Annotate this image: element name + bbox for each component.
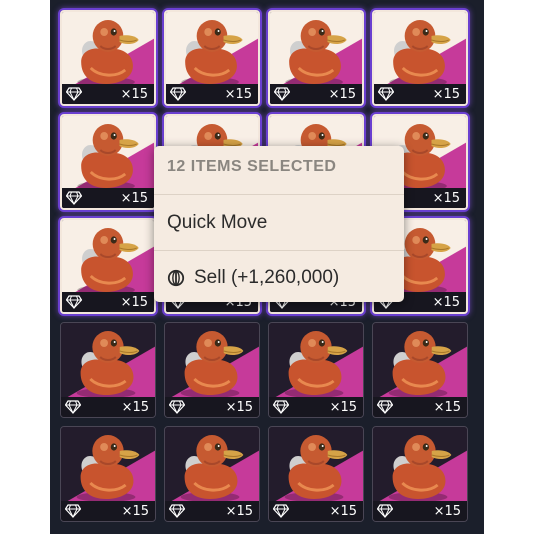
duck-item-image xyxy=(165,323,259,398)
selection-count-header: 12 ITEMS SELECTED xyxy=(167,158,337,175)
stack-count: ×15 xyxy=(225,503,253,519)
stack-count: ×15 xyxy=(329,503,357,519)
slot-footer: ×15 xyxy=(165,501,259,521)
duck-item-image xyxy=(166,12,258,87)
slot-footer: ×15 xyxy=(165,397,259,417)
slot-footer: ×15 xyxy=(62,188,154,208)
duck-item-image xyxy=(269,427,363,502)
diamond-icon xyxy=(66,191,82,205)
slot-footer: ×15 xyxy=(61,501,155,521)
menu-divider xyxy=(154,194,404,195)
duck-item-image xyxy=(373,427,467,502)
slot-footer: ×15 xyxy=(269,397,363,417)
inventory-slot[interactable]: ×15 xyxy=(164,322,260,418)
diamond-icon xyxy=(273,504,289,518)
duck-item-image xyxy=(62,12,154,87)
duck-item-image xyxy=(165,427,259,502)
quick-move-button[interactable]: Quick Move xyxy=(154,198,404,248)
inventory-slot-selected[interactable]: ×15 xyxy=(60,10,156,106)
diamond-icon xyxy=(66,295,82,309)
menu-divider xyxy=(154,250,404,251)
slot-footer: ×15 xyxy=(373,397,467,417)
slot-footer: ×15 xyxy=(166,84,258,104)
inventory-slot[interactable]: ×15 xyxy=(268,426,364,522)
inventory-slot-selected[interactable]: ×15 xyxy=(60,218,156,314)
stack-count: ×15 xyxy=(433,503,461,519)
currency-coin-icon xyxy=(167,269,185,287)
sell-button[interactable]: Sell (+1,260,000) xyxy=(154,253,404,303)
slot-footer: ×15 xyxy=(62,84,154,104)
stack-count: ×15 xyxy=(121,503,149,519)
inventory-slot[interactable]: ×15 xyxy=(372,426,468,522)
stack-count: ×15 xyxy=(432,86,460,102)
duck-item-image xyxy=(374,12,466,87)
diamond-icon xyxy=(273,400,289,414)
duck-item-image xyxy=(61,427,155,502)
diamond-icon xyxy=(274,87,290,101)
slot-footer: ×15 xyxy=(270,84,362,104)
diamond-icon xyxy=(169,400,185,414)
diamond-icon xyxy=(170,87,186,101)
diamond-icon xyxy=(377,400,393,414)
duck-item-image xyxy=(62,220,154,295)
stack-count: ×15 xyxy=(120,190,148,206)
diamond-icon xyxy=(65,400,81,414)
duck-item-image xyxy=(269,323,363,398)
inventory-slot[interactable]: ×15 xyxy=(164,426,260,522)
stack-count: ×15 xyxy=(432,294,460,310)
stack-count: ×15 xyxy=(225,399,253,415)
inventory-slot-selected[interactable]: ×15 xyxy=(60,114,156,210)
inventory-slot[interactable]: ×15 xyxy=(60,426,156,522)
inventory-slot[interactable]: ×15 xyxy=(60,322,156,418)
slot-footer: ×15 xyxy=(62,292,154,312)
slot-footer: ×15 xyxy=(269,501,363,521)
duck-item-image xyxy=(62,116,154,191)
sell-label: Sell (+1,260,000) xyxy=(194,267,340,288)
slot-footer: ×15 xyxy=(374,84,466,104)
inventory-slot[interactable]: ×15 xyxy=(268,322,364,418)
quick-move-label: Quick Move xyxy=(167,212,268,233)
duck-item-image xyxy=(61,323,155,398)
diamond-icon xyxy=(377,504,393,518)
stack-count: ×15 xyxy=(120,294,148,310)
slot-footer: ×15 xyxy=(373,501,467,521)
stack-count: ×15 xyxy=(432,190,460,206)
stack-count: ×15 xyxy=(329,399,357,415)
inventory-slot-selected[interactable]: ×15 xyxy=(268,10,364,106)
stack-count: ×15 xyxy=(224,86,252,102)
stack-count: ×15 xyxy=(121,399,149,415)
diamond-icon xyxy=(65,504,81,518)
diamond-icon xyxy=(169,504,185,518)
stack-count: ×15 xyxy=(120,86,148,102)
duck-item-image xyxy=(270,12,362,87)
inventory-slot-selected[interactable]: ×15 xyxy=(164,10,260,106)
diamond-icon xyxy=(66,87,82,101)
inventory-slot-selected[interactable]: ×15 xyxy=(372,10,468,106)
duck-item-image xyxy=(373,323,467,398)
context-menu: 12 ITEMS SELECTED Quick Move Sell (+1,26… xyxy=(154,146,404,302)
slot-footer: ×15 xyxy=(61,397,155,417)
stack-count: ×15 xyxy=(433,399,461,415)
inventory-slot[interactable]: ×15 xyxy=(372,322,468,418)
diamond-icon xyxy=(378,87,394,101)
stack-count: ×15 xyxy=(328,86,356,102)
